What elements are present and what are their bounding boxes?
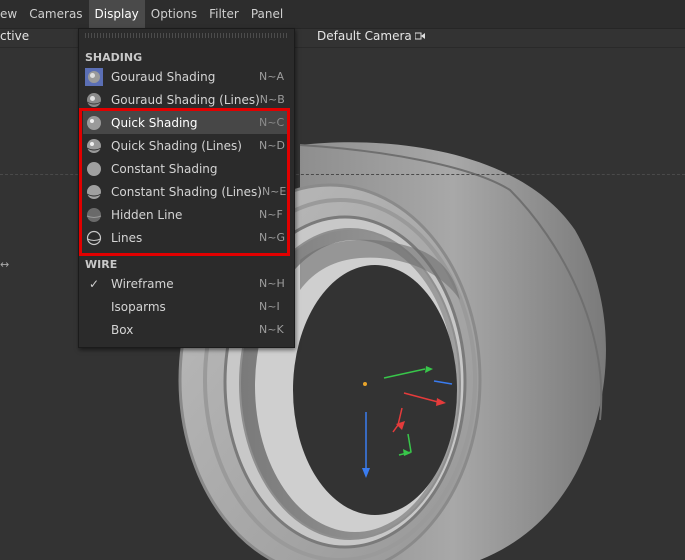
empty-icon-slot bbox=[85, 298, 103, 316]
pan-arrow-icon: ↔ bbox=[0, 258, 10, 271]
menu-item-shortcut: N~F bbox=[259, 208, 283, 221]
menu-item-shortcut: N~D bbox=[259, 139, 285, 152]
quick-shading-icon bbox=[85, 114, 103, 132]
constant-shading-icon bbox=[85, 160, 103, 178]
menu-item-lines[interactable]: Lines N~G bbox=[83, 226, 289, 249]
menu-tearoff-grip[interactable] bbox=[85, 33, 287, 38]
camera-label: Default Camera bbox=[317, 29, 412, 43]
menu-item-label: Gouraud Shading (Lines) bbox=[111, 92, 260, 107]
display-menu: SHADING Gouraud Shading N~A Gouraud Shad… bbox=[78, 28, 295, 348]
menu-item-shortcut: N~I bbox=[259, 300, 280, 313]
lines-icon bbox=[85, 229, 103, 247]
quick-shading-lines-icon bbox=[85, 137, 103, 155]
menu-item-box[interactable]: Box N~K bbox=[83, 318, 289, 341]
menu-item-label: Hidden Line bbox=[111, 207, 183, 222]
shading-section-header: SHADING bbox=[85, 51, 143, 64]
menu-item-isoparms[interactable]: Isoparms N~I bbox=[83, 295, 289, 318]
menu-item-label: Quick Shading (Lines) bbox=[111, 138, 242, 153]
menu-item-hidden-line[interactable]: Hidden Line N~F bbox=[83, 203, 289, 226]
menu-bar: ew Cameras Display Options Filter Panel bbox=[0, 0, 685, 29]
hidden-line-icon bbox=[85, 206, 103, 224]
wire-section-header: WIRE bbox=[85, 258, 118, 271]
checkmark-glyph: ✓ bbox=[88, 276, 100, 291]
menu-item-label: Box bbox=[111, 322, 134, 337]
menu-item-shortcut: N~G bbox=[259, 231, 285, 244]
menu-item-shortcut: N~B bbox=[259, 93, 285, 106]
menu-item-constant-shading-lines[interactable]: Constant Shading (Lines) N~E bbox=[83, 180, 289, 203]
gouraud-shading-lines-icon bbox=[85, 91, 103, 109]
menu-item-wireframe[interactable]: ✓ Wireframe N~H bbox=[83, 272, 289, 295]
menu-item-label: Wireframe bbox=[111, 276, 174, 291]
menu-item-label: Isoparms bbox=[111, 299, 166, 314]
menu-item-shortcut: N~A bbox=[259, 70, 284, 83]
camera-selector[interactable]: Default Camera bbox=[317, 29, 425, 43]
checkmark-icon: ✓ bbox=[85, 275, 103, 293]
menu-item-label: Quick Shading bbox=[111, 115, 198, 130]
menu-item-constant-shading[interactable]: Constant Shading bbox=[83, 157, 289, 180]
viewport-left-label: ctive bbox=[0, 29, 30, 43]
menu-cameras[interactable]: Cameras bbox=[23, 0, 88, 28]
menu-panel[interactable]: Panel bbox=[245, 0, 289, 28]
menu-item-quick-shading-lines[interactable]: Quick Shading (Lines) N~D bbox=[83, 134, 289, 157]
menu-item-shortcut: N~K bbox=[259, 323, 284, 336]
camera-icon bbox=[414, 32, 425, 40]
gouraud-shading-icon bbox=[85, 67, 103, 86]
empty-icon-slot bbox=[85, 321, 103, 339]
menu-item-shortcut: N~E bbox=[261, 185, 287, 198]
menu-item-shortcut: N~C bbox=[259, 116, 285, 129]
menu-item-quick-shading[interactable]: Quick Shading N~C bbox=[83, 111, 289, 134]
menu-options[interactable]: Options bbox=[145, 0, 203, 28]
menu-item-label: Lines bbox=[111, 230, 143, 245]
menu-item-gouraud-shading-lines[interactable]: Gouraud Shading (Lines) N~B bbox=[83, 88, 289, 111]
menu-filter[interactable]: Filter bbox=[203, 0, 245, 28]
menu-item-label: Constant Shading bbox=[111, 161, 218, 176]
menu-item-shortcut: N~H bbox=[259, 277, 285, 290]
menu-display[interactable]: Display bbox=[88, 0, 145, 28]
menu-item-label: Constant Shading (Lines) bbox=[111, 184, 262, 199]
menu-view[interactable]: ew bbox=[0, 0, 23, 28]
constant-shading-lines-icon bbox=[85, 183, 103, 201]
menu-item-label: Gouraud Shading bbox=[111, 69, 216, 84]
menu-item-gouraud-shading[interactable]: Gouraud Shading N~A bbox=[83, 65, 289, 88]
